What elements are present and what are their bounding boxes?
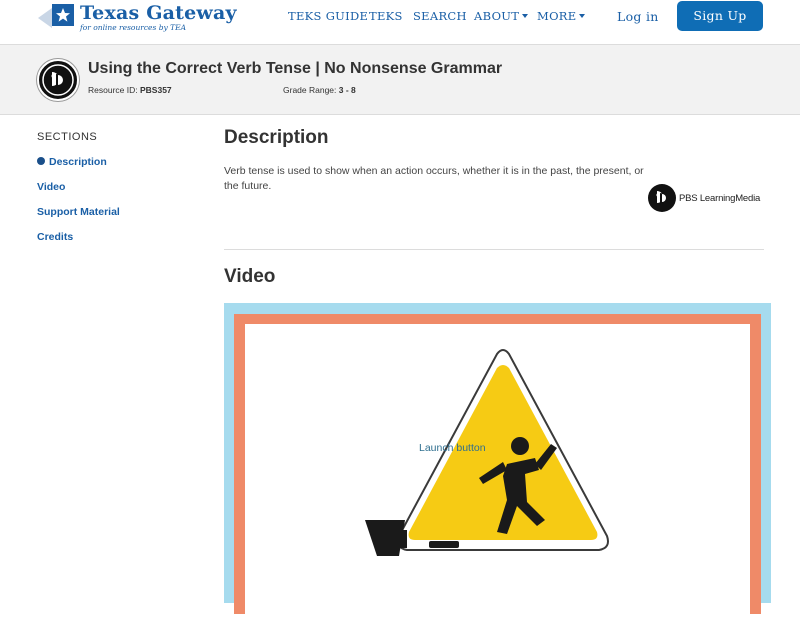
star-icon xyxy=(52,4,74,26)
sidebar-item-label: Credits xyxy=(37,231,74,243)
nav-more-label: MORE xyxy=(537,9,577,23)
sidebar-item-video[interactable]: Video xyxy=(37,181,65,193)
pbs-learningmedia-text: PBS LearningMedia xyxy=(679,193,761,204)
nav-search[interactable]: SEARCH xyxy=(413,9,467,23)
nav-teks-guide[interactable]: TEKS GUIDE xyxy=(288,9,368,23)
description-text: Verb tense is used to show when an actio… xyxy=(224,165,644,192)
video-launch-area[interactable]: Launch button xyxy=(245,324,750,624)
nav-teks-guide-label: TEKS GUIDE xyxy=(288,9,369,23)
grade-range-value: 3 - 8 xyxy=(338,85,356,95)
sidebar-item-support-material[interactable]: Support Material xyxy=(37,206,120,218)
sidebar-item-credits[interactable]: Credits xyxy=(37,231,73,243)
launch-button[interactable]: Launch button xyxy=(419,442,486,454)
nav-about[interactable]: ABOUT xyxy=(474,9,529,23)
active-dot-icon xyxy=(37,157,45,165)
resource-id-value: PBS357 xyxy=(139,85,172,95)
logo-title: Texas Gateway xyxy=(80,2,237,24)
nav-search-label: SEARCH xyxy=(413,9,467,23)
resource-title: Using the Correct Verb Tense | No Nonsen… xyxy=(88,60,503,77)
resource-id: Resource ID: PBS357 xyxy=(88,85,172,95)
sign-up-button[interactable]: Sign Up xyxy=(677,1,763,31)
section-divider xyxy=(224,249,764,250)
logo-subtitle: for online resources by TEA xyxy=(80,23,187,32)
chevron-down-icon xyxy=(522,14,529,18)
chevron-down-icon xyxy=(579,14,586,18)
warning-sign-icon xyxy=(365,349,609,556)
texas-gateway-logo[interactable]: Texas Gateway for online resources by TE… xyxy=(38,2,237,32)
resource-id-label: Resource ID: xyxy=(88,85,138,95)
video-frame-border: Launch button xyxy=(234,314,761,624)
sidebar-item-label: Description xyxy=(49,156,107,168)
sidebar-item-label: Support Material xyxy=(37,206,120,218)
grade-range-label: Grade Range: xyxy=(283,85,337,95)
login-link[interactable]: Log in xyxy=(617,9,659,24)
resource-header: Using the Correct Verb Tense | No Nonsen… xyxy=(0,45,800,115)
sections-heading: SECTIONS xyxy=(37,131,98,143)
nav-teks-label: TEKS xyxy=(369,9,403,23)
video-heading: Video xyxy=(224,266,276,287)
nav-more[interactable]: MORE xyxy=(537,9,586,23)
grade-range: Grade Range: 3 - 8 xyxy=(283,85,356,95)
nav-about-label: ABOUT xyxy=(474,9,520,23)
sidebar-item-description[interactable]: Description xyxy=(37,156,107,168)
pbs-learningmedia-logo: PBS LearningMedia xyxy=(648,184,768,214)
pbs-logo-icon xyxy=(37,59,79,101)
pbs-head-icon xyxy=(648,184,676,212)
top-navigation-bar: Texas Gateway for online resources by TE… xyxy=(0,0,800,45)
video-frame: Launch button xyxy=(224,303,771,624)
logo-arrow-shape xyxy=(38,8,52,28)
nav-teks[interactable]: TEKS xyxy=(369,9,403,23)
description-heading: Description xyxy=(224,127,329,148)
sidebar-item-label: Video xyxy=(37,181,66,193)
